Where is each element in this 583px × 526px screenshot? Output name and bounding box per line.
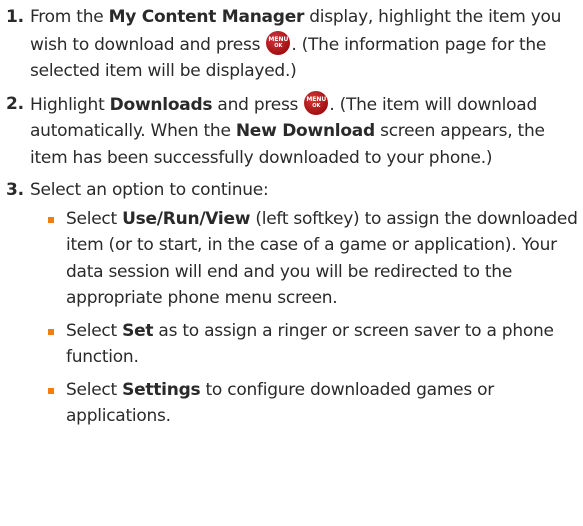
step-2: 2. Highlight Downloads and press MENU OK.… [0,90,583,172]
bold-term: My Content Manager [108,7,305,27]
option-item: Select Settings to configure downloaded … [30,377,583,430]
bold-term: Downloads [109,94,213,115]
step-text: Select an option to continue: [30,180,269,200]
menu-label: MENU [306,95,327,103]
bold-term: New Download [235,121,375,141]
menu-label: MENU [268,35,289,43]
option-list: Select Use/Run/View (left softkey) to as… [30,206,583,430]
square-bullet-icon [48,387,54,394]
step-number: 3. [6,180,24,200]
text-run: Select [66,320,123,341]
step-number: 1. [6,7,24,27]
instructions-page: 1. From the My Content Manager display, … [0,0,583,526]
text-run: Select [66,208,123,229]
step-3: 3. Select an option to continue: Select … [0,177,583,430]
step-text: Highlight Downloads and press MENU OK. (T… [30,90,583,172]
text-run: From the [30,7,109,27]
option-item: Select Set as to assign a ringer or scre… [30,318,583,371]
text-run: Select [66,379,123,400]
bold-term: Use/Run/View [122,208,251,229]
step-text: From the My Content Manager display, hig… [30,4,583,85]
square-bullet-icon [48,328,54,335]
ok-label: OK [312,102,321,109]
text-run: Highlight [30,94,110,115]
ok-label: OK [274,42,283,49]
menu-ok-button-icon: MENU OK [304,90,329,115]
square-bullet-icon [48,216,54,223]
step-number: 2. [6,93,24,114]
bold-term: Set [122,320,154,341]
bold-term: Settings [122,379,201,400]
menu-ok-button-icon: MENU OK [266,30,291,55]
text-run: and press [212,94,304,115]
option-item: Select Use/Run/View (left softkey) to as… [30,206,583,312]
step-1: 1. From the My Content Manager display, … [0,4,583,85]
